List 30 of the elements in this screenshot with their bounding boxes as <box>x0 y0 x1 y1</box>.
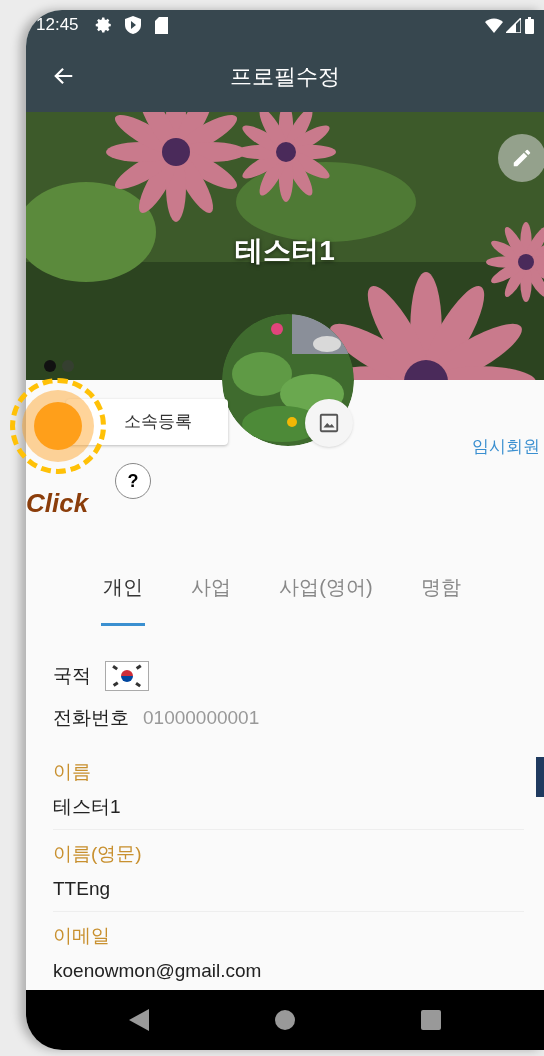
wifi-icon <box>485 17 503 33</box>
tab[interactable]: 명함 <box>418 550 463 626</box>
image-icon <box>318 412 340 434</box>
shield-play-icon <box>124 16 141 34</box>
field-label: 이메일 <box>53 924 111 948</box>
status-time: 12:45 <box>36 14 79 37</box>
back-arrow-icon <box>53 65 75 87</box>
flag-icon <box>105 661 149 691</box>
help-button[interactable]: ? <box>115 463 151 499</box>
field-value: koenowmon@gmail.com <box>53 958 263 983</box>
image-button[interactable] <box>305 399 353 447</box>
battery-icon <box>525 16 534 34</box>
info-label: 국적 <box>53 663 91 688</box>
back-nav-icon[interactable] <box>129 1009 149 1031</box>
scroll-indicator <box>536 757 544 797</box>
affiliation-button[interactable]: 소속등록 <box>66 399 228 445</box>
gear-icon <box>94 16 113 34</box>
field-value: 테스터1 <box>53 794 122 819</box>
click-label: Click <box>26 487 89 520</box>
info-label: 전화번호 <box>53 705 129 730</box>
sd-card-icon <box>154 16 168 34</box>
field-value: TTEng <box>53 876 112 901</box>
home-nav-icon[interactable] <box>275 1010 295 1030</box>
tab[interactable]: 개인 <box>101 550 146 626</box>
toolbar-title: 프로필수정 <box>230 62 340 91</box>
field-label: 이름 <box>53 760 92 784</box>
info-value: 01000000001 <box>143 705 260 730</box>
field-label: 이름(영문) <box>53 842 143 866</box>
member-type: 임시회원 <box>472 436 540 458</box>
signal-icon <box>506 17 521 33</box>
